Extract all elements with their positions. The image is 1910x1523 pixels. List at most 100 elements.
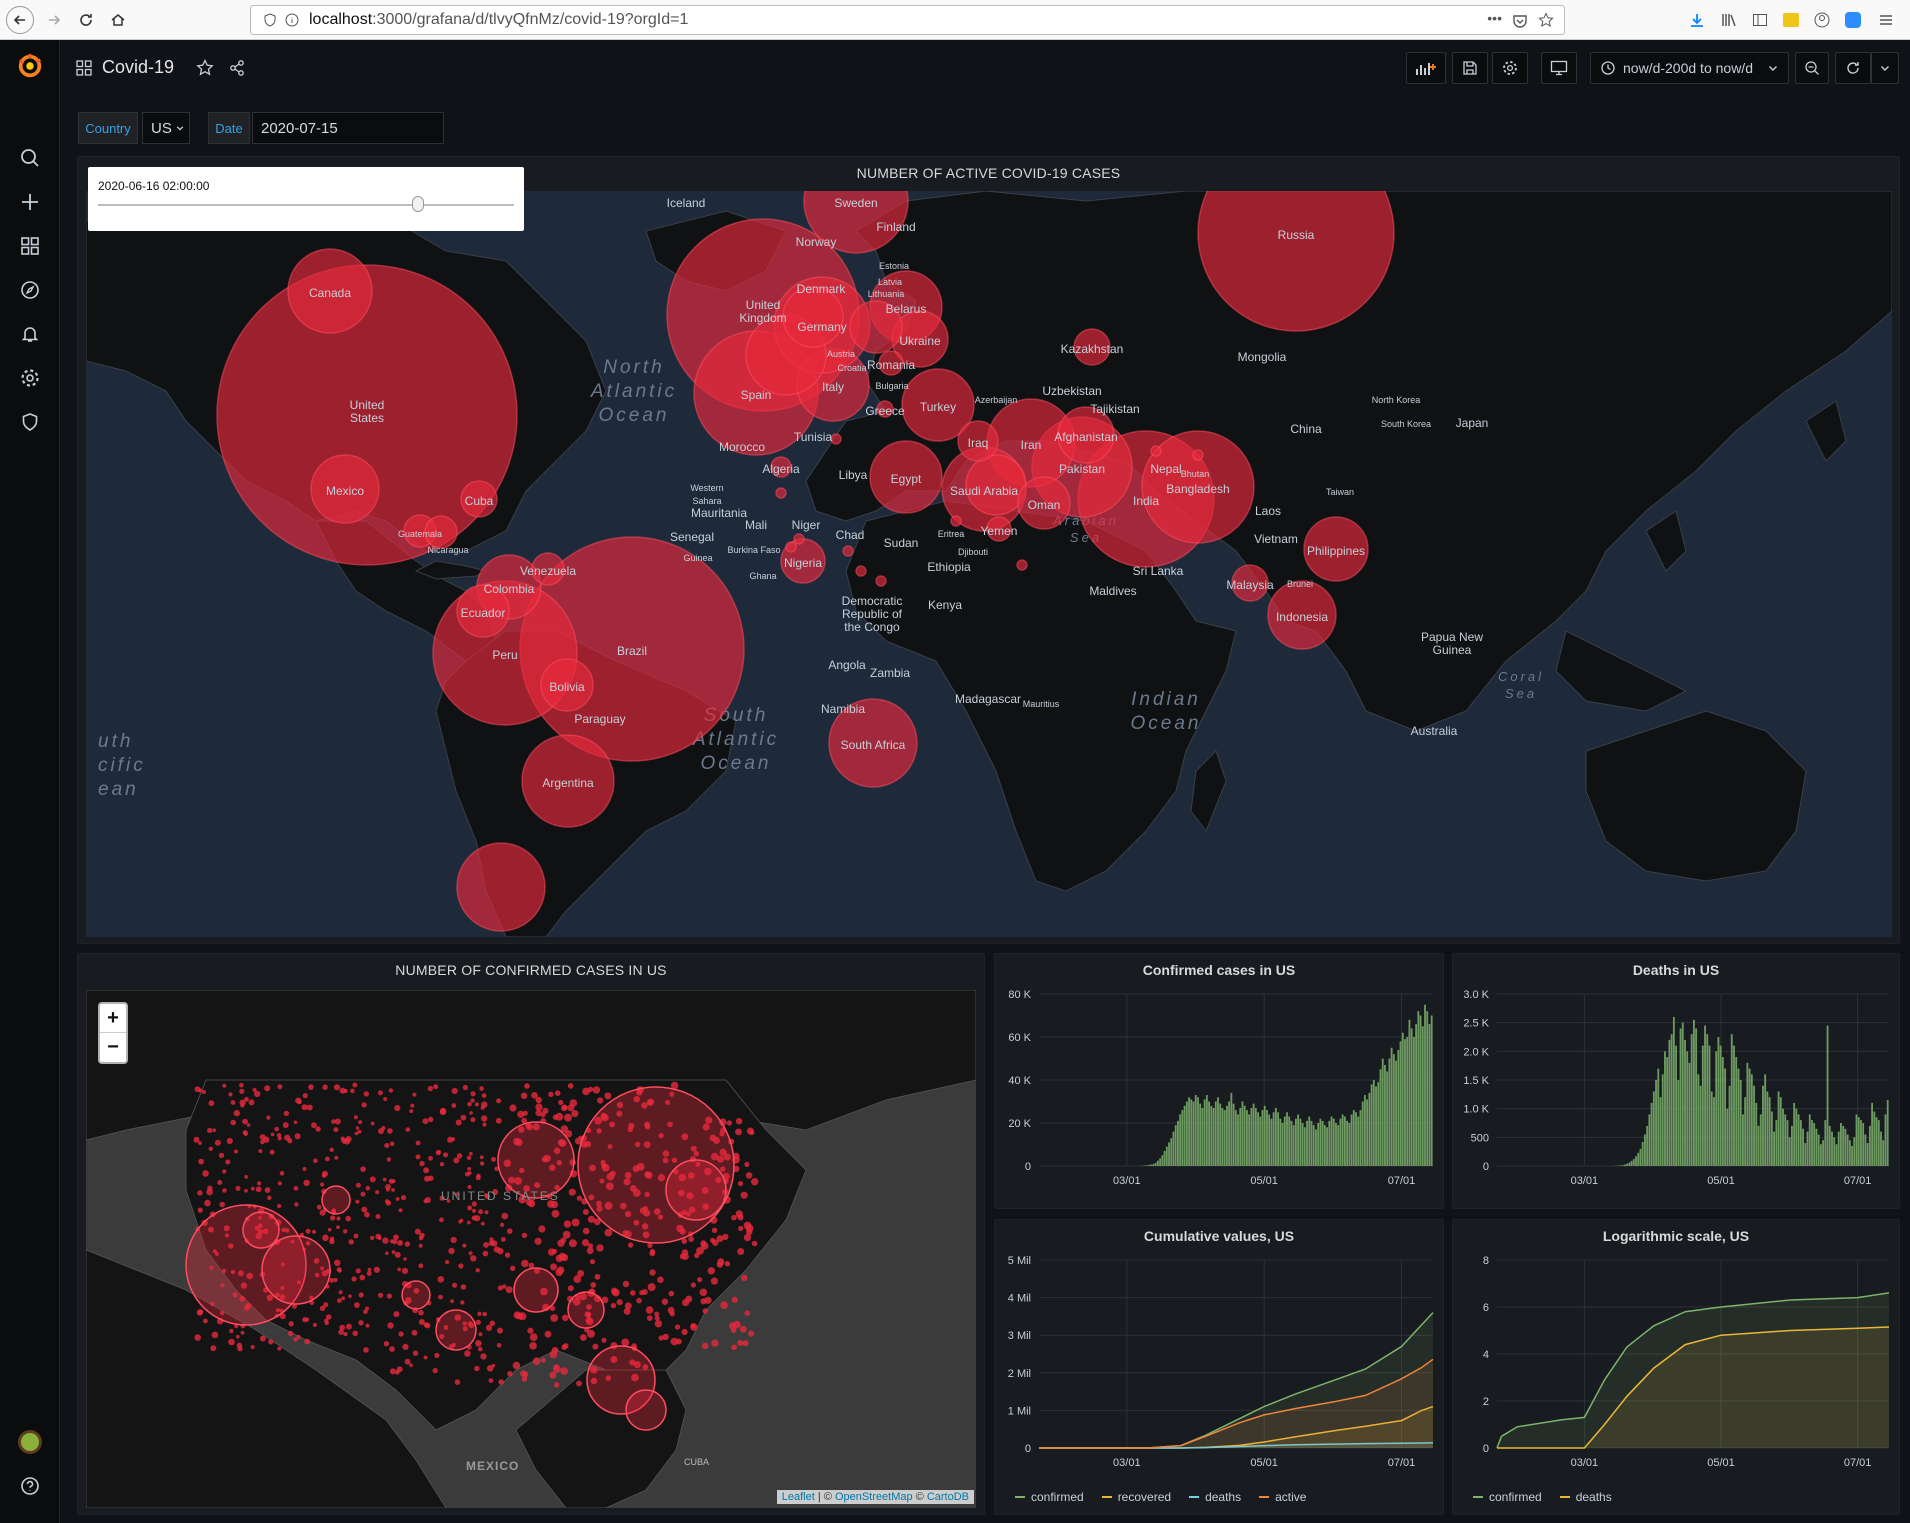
state-case-bubble[interactable] <box>625 1389 667 1431</box>
bar <box>1381 1058 1384 1166</box>
bar <box>1188 1097 1190 1166</box>
case-bubble-netherlands[interactable] <box>782 286 844 348</box>
legend-item-deaths[interactable]: deaths <box>1189 1490 1241 1504</box>
favorite-star-icon[interactable] <box>196 58 214 77</box>
case-bubble-chile[interactable] <box>456 842 546 932</box>
legend-item-confirmed[interactable]: confirmed <box>1473 1490 1542 1504</box>
time-range-picker[interactable]: now/d-200d to now/d <box>1590 52 1789 84</box>
case-bubble-small[interactable] <box>1192 449 1204 461</box>
help-icon[interactable] <box>16 1472 44 1500</box>
legend-item-deaths[interactable]: deaths <box>1559 1490 1612 1504</box>
legend-item-active[interactable]: active <box>1259 1490 1306 1504</box>
state-case-bubble[interactable] <box>401 1280 431 1310</box>
leaflet-link[interactable]: Leaflet <box>782 1491 815 1503</box>
case-bubble-small[interactable] <box>775 487 787 499</box>
dashboard-title[interactable]: Covid-19 <box>102 57 174 78</box>
us-map[interactable]: UNITED STATES MEXICO CUBA <box>86 990 976 1508</box>
zoom-out-button[interactable]: − <box>100 1033 126 1062</box>
deaths-bar-chart[interactable]: 3.0 K 2.5 K 2.0 K 1.5 K 1.0 K 500 0 03/01 05/01 0… <box>1453 982 1901 1208</box>
county-dot <box>222 1083 227 1088</box>
share-icon[interactable] <box>228 59 246 77</box>
state-case-bubble[interactable] <box>513 1267 559 1313</box>
account-icon[interactable] <box>1810 8 1834 32</box>
map-label-south-korea: South Korea <box>1381 419 1431 429</box>
save-dashboard-button[interactable] <box>1452 52 1488 84</box>
county-dot <box>415 1140 421 1146</box>
create-plus-icon[interactable] <box>16 188 44 216</box>
address-bar[interactable]: localhost:3000/grafana/d/tlvyQfnMz/covid… <box>250 5 1565 35</box>
bar <box>1782 1108 1784 1166</box>
add-panel-button[interactable] <box>1406 52 1446 84</box>
state-case-bubble[interactable] <box>261 1235 331 1305</box>
explore-compass-icon[interactable] <box>16 276 44 304</box>
page-actions-icon[interactable]: ••• <box>1487 10 1502 26</box>
openstreetmap-link[interactable]: OpenStreetMap <box>835 1491 913 1503</box>
confirmed-cases-bar-chart[interactable]: 80 K 60 K 40 K 20 K 0 03/01 05/01 07/01 <box>995 982 1445 1208</box>
case-bubble-small[interactable] <box>875 575 887 587</box>
grafana-logo-icon[interactable] <box>16 52 44 80</box>
county-dot <box>474 1365 480 1372</box>
zoom-extension-icon[interactable] <box>1841 8 1865 32</box>
county-dot <box>369 1176 376 1183</box>
refresh-interval-dropdown[interactable] <box>1871 52 1899 84</box>
alerting-bell-icon[interactable] <box>16 320 44 348</box>
county-dot <box>460 1300 465 1305</box>
case-bubble-small[interactable] <box>785 541 797 553</box>
bar <box>1737 1068 1740 1166</box>
case-bubble-small[interactable] <box>1016 559 1028 571</box>
bar <box>1303 1127 1306 1166</box>
bookmark-star-icon[interactable] <box>1538 12 1554 28</box>
county-dot <box>507 1371 513 1377</box>
country-variable-select[interactable]: US <box>142 112 190 144</box>
cumulative-area-chart[interactable]: 5 Mil 4 Mil 3 Mil 2 Mil 1 Mil 0 03/01 05/01 07/0… <box>995 1248 1445 1478</box>
case-bubble-small[interactable] <box>842 545 854 557</box>
search-icon[interactable] <box>16 144 44 172</box>
world-map[interactable]: North Atlantic OceanSouth Atlantic OceanIndi… <box>86 191 1892 937</box>
legend-item-recovered[interactable]: recovered <box>1101 1490 1171 1504</box>
refresh-button[interactable] <box>1835 52 1871 84</box>
zoom-in-button[interactable]: + <box>100 1004 126 1033</box>
bar <box>1205 1095 1208 1166</box>
state-case-bubble[interactable] <box>435 1309 477 1351</box>
dashboard-settings-button[interactable] <box>1492 52 1528 84</box>
cycle-view-mode-button[interactable] <box>1541 52 1577 84</box>
sidebar-toggle-icon[interactable] <box>1748 8 1772 32</box>
reload-icon[interactable] <box>72 6 100 34</box>
cartodb-link[interactable]: CartoDB <box>927 1491 969 1503</box>
bar <box>1868 1125 1871 1166</box>
time-slider-track[interactable] <box>98 204 514 206</box>
user-avatar[interactable] <box>16 1428 44 1456</box>
state-case-bubble[interactable] <box>321 1185 351 1215</box>
state-case-bubble[interactable] <box>497 1121 575 1199</box>
case-bubble-small[interactable] <box>950 515 962 527</box>
home-icon[interactable] <box>104 6 132 34</box>
state-case-bubble[interactable] <box>242 1211 280 1249</box>
case-bubble-small[interactable] <box>793 533 805 545</box>
extension-icon[interactable] <box>1779 8 1803 32</box>
state-case-bubble[interactable] <box>567 1291 605 1329</box>
library-icon[interactable] <box>1717 8 1741 32</box>
case-bubble-small[interactable] <box>855 565 867 577</box>
pocket-icon[interactable] <box>1512 13 1528 29</box>
case-bubble-small[interactable] <box>830 433 842 445</box>
legend-item-confirmed[interactable]: confirmed <box>1015 1490 1084 1504</box>
forward-icon[interactable] <box>40 6 68 34</box>
logarithmic-area-chart[interactable]: 8 6 4 2 0 03/01 05/01 07/01 <box>1453 1248 1901 1478</box>
zoom-out-time-button[interactable] <box>1795 52 1829 84</box>
case-bubble-small[interactable] <box>1150 445 1162 457</box>
county-dot <box>481 1101 488 1108</box>
menu-icon[interactable] <box>1874 8 1898 32</box>
bar <box>1681 1022 1684 1166</box>
county-dot <box>277 1203 282 1209</box>
time-slider-thumb[interactable] <box>412 196 425 212</box>
configuration-gear-icon[interactable] <box>16 364 44 392</box>
download-icon[interactable] <box>1685 8 1709 32</box>
bar <box>1315 1129 1317 1166</box>
server-admin-shield-icon[interactable] <box>16 408 44 436</box>
county-dot <box>590 1282 597 1288</box>
back-icon[interactable] <box>6 6 34 34</box>
date-variable-input[interactable]: 2020-07-15 <box>252 112 444 144</box>
y-tick-label: 4 <box>1483 1349 1489 1361</box>
dashboards-icon[interactable] <box>16 232 44 260</box>
state-case-bubble[interactable] <box>665 1159 727 1221</box>
